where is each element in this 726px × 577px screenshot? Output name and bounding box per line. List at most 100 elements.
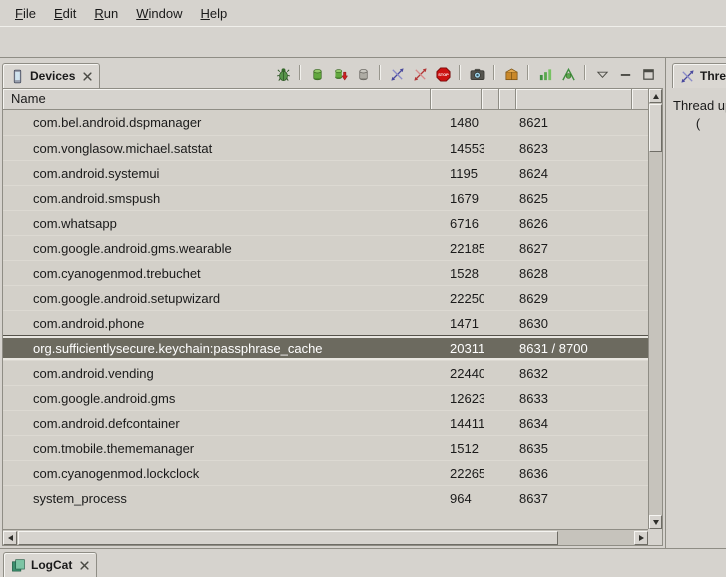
cell-name: com.cyanogenmod.lockclock: [3, 466, 433, 481]
device-row[interactable]: com.google.android.gms12623 8633: [3, 385, 648, 410]
device-row[interactable]: com.cyanogenmod.trebuchet15288628: [3, 260, 648, 285]
menu-file[interactable]: File: [6, 3, 45, 24]
toolbar-separator: [584, 65, 586, 80]
toolbar-separator: [379, 65, 381, 80]
column-header-blank2[interactable]: [499, 89, 516, 110]
cell-pid: 22440: [433, 366, 484, 381]
vertical-scrollbar-thumb[interactable]: [649, 104, 662, 152]
device-row[interactable]: com.google.android.setupwizard222508629: [3, 285, 648, 310]
column-header-name[interactable]: Name: [3, 89, 431, 110]
device-row[interactable]: com.cyanogenmod.lockclock222658636: [3, 460, 648, 485]
cell-port: 8625: [514, 191, 648, 206]
cell-name: com.android.smspush: [3, 191, 433, 206]
arrow-left-icon: [8, 535, 13, 541]
cell-pid: 22250: [433, 291, 484, 306]
logcat-icon: [11, 558, 26, 573]
dump-view-hierarchy-icon[interactable]: [501, 65, 521, 83]
cell-port: 8630: [514, 316, 648, 331]
device-row[interactable]: com.android.defcontainer144118634: [3, 410, 648, 435]
cell-port: 8637: [514, 491, 648, 506]
start-method-profiling-icon[interactable]: [410, 65, 430, 83]
start-opengl-trace-icon[interactable]: [558, 65, 578, 83]
menu-bar: FileEditRunWindowHelp: [0, 0, 726, 26]
cell-port: 8624: [514, 166, 648, 181]
view-menu-icon[interactable]: [592, 65, 612, 83]
cell-port: 8636: [514, 466, 648, 481]
cell-name: com.google.android.gms: [3, 391, 433, 406]
update-heap-icon[interactable]: [307, 65, 327, 83]
cell-pid: 12623: [433, 391, 484, 406]
stop-process-icon[interactable]: [433, 65, 453, 83]
toolbar-separator: [299, 65, 301, 80]
update-threads-icon[interactable]: [387, 65, 407, 83]
column-header-port[interactable]: [516, 89, 632, 110]
screen-capture-icon[interactable]: [467, 65, 487, 83]
cell-name: com.android.systemui: [3, 166, 433, 181]
threads-message-line1: Thread up: [673, 97, 723, 115]
device-row[interactable]: com.android.vending224408632: [3, 360, 648, 385]
scroll-down-button[interactable]: [649, 515, 662, 529]
cell-name: com.tmobile.thememanager: [3, 441, 433, 456]
cell-name: org.sufficientlysecure.keychain:passphra…: [3, 341, 433, 356]
horizontal-scrollbar[interactable]: [3, 529, 648, 545]
cell-port: 8627: [514, 241, 648, 256]
cell-port: 8629: [514, 291, 648, 306]
cell-pid: 1512: [433, 441, 484, 456]
threads-message: Thread up (: [670, 88, 726, 133]
menu-run[interactable]: Run: [85, 3, 127, 24]
cause-gc-icon[interactable]: [353, 65, 373, 83]
tab-devices[interactable]: Devices: [2, 63, 100, 88]
device-row[interactable]: com.vonglasow.michael.satstat14553 8623: [3, 135, 648, 160]
close-icon[interactable]: [83, 72, 92, 81]
device-row[interactable]: com.tmobile.thememanager15128635: [3, 435, 648, 460]
scroll-right-button[interactable]: [634, 531, 648, 545]
vertical-scrollbar[interactable]: [648, 89, 662, 529]
cell-port: 8634: [514, 416, 648, 431]
cell-pid: 20311: [433, 341, 484, 356]
device-row-selected[interactable]: org.sufficientlysecure.keychain:passphra…: [3, 335, 648, 360]
device-row[interactable]: com.android.smspush16798625: [3, 185, 648, 210]
tab-logcat[interactable]: LogCat: [3, 552, 97, 577]
devices-toolbar: [273, 65, 663, 88]
menu-edit[interactable]: Edit: [45, 3, 85, 24]
cell-port: 8623: [514, 141, 648, 156]
column-header-pid[interactable]: [431, 89, 482, 110]
maximize-icon[interactable]: [638, 65, 658, 83]
menu-help[interactable]: Help: [191, 3, 236, 24]
device-table-body: com.bel.android.dspmanager14808621com.vo…: [3, 110, 648, 529]
ddms-window: FileEditRunWindowHelp Devices Name: [0, 0, 726, 577]
cell-pid: 1528: [433, 266, 484, 281]
device-row[interactable]: system_process964 8637: [3, 485, 648, 510]
device-row[interactable]: com.bel.android.dspmanager14808621: [3, 110, 648, 135]
close-icon[interactable]: [80, 561, 89, 570]
horizontal-scrollbar-thumb[interactable]: [18, 531, 558, 545]
main-toolbar: [0, 26, 726, 58]
dump-hprof-icon[interactable]: [330, 65, 350, 83]
scroll-left-button[interactable]: [3, 531, 17, 545]
minimize-icon[interactable]: [615, 65, 635, 83]
scroll-up-button[interactable]: [649, 89, 662, 103]
cell-pid: 1480: [433, 115, 484, 130]
device-row[interactable]: com.google.android.gms.wearable221858627: [3, 235, 648, 260]
cell-pid: 964: [433, 491, 484, 506]
column-header-blank1[interactable]: [482, 89, 499, 110]
debug-icon[interactable]: [273, 65, 293, 83]
column-header-filler: [632, 89, 648, 110]
cell-pid: 6716: [433, 216, 484, 231]
cell-pid: 1471: [433, 316, 484, 331]
cell-name: system_process: [3, 491, 433, 506]
tab-threads[interactable]: Threads: [672, 63, 726, 88]
device-row[interactable]: com.android.systemui11958624: [3, 160, 648, 185]
toolbar-separator: [493, 65, 495, 80]
cell-name: com.vonglasow.michael.satstat: [3, 141, 433, 156]
device-row[interactable]: com.android.phone14718630: [3, 310, 648, 335]
device-row[interactable]: com.whatsapp67168626: [3, 210, 648, 235]
cell-pid: 14553: [433, 141, 484, 156]
menu-window[interactable]: Window: [127, 3, 191, 24]
cell-name: com.cyanogenmod.trebuchet: [3, 266, 433, 281]
arrow-right-icon: [639, 535, 644, 541]
toolbar-separator: [527, 65, 529, 80]
capture-systrace-icon[interactable]: [535, 65, 555, 83]
cell-pid: 22185: [433, 241, 484, 256]
cell-port: 8633: [514, 391, 648, 406]
